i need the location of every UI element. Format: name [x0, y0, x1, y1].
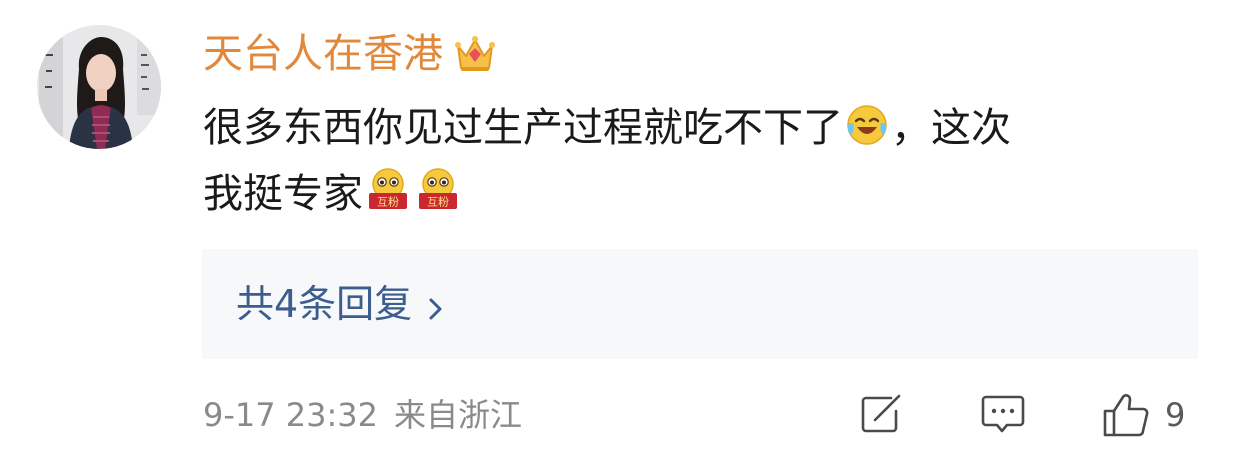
avatar-image [37, 25, 161, 149]
location: 来自浙江 [394, 396, 523, 434]
view-replies-link[interactable]: 共4条回复 [236, 282, 446, 326]
share-button[interactable] [858, 392, 904, 436]
comment-footer: 9-17 23:32 来自浙江 9 [203, 392, 1203, 440]
username[interactable]: 天台人在香港 [203, 30, 443, 78]
avatar[interactable] [37, 25, 161, 149]
comment-text: 很多东西你见过生产过程就吃不下了 ，这次 我挺专家 互粉 互粉 [203, 98, 1203, 230]
comment-line-1-text: 很多东西你见过生产过程就吃不下了 [203, 105, 843, 151]
share-icon [861, 394, 901, 433]
mutual-follow-emoji-icon: 互粉 [415, 167, 461, 230]
comment-line-2: 我挺专家 互粉 互粉 [203, 164, 1203, 230]
mutual-follow-emoji-icon: 互粉 [365, 167, 411, 230]
comment-line-2-text: 我挺专家 [203, 171, 363, 217]
chevron-right-icon [426, 289, 446, 320]
comment-meta: 9-17 23:32 来自浙江 [203, 395, 522, 435]
view-replies-label: 共4条回复 [236, 282, 413, 326]
comment-button[interactable] [979, 392, 1027, 436]
comment-line-1-suffix: ，这次 [891, 105, 1011, 151]
comment-line-1: 很多东西你见过生产过程就吃不下了 ，这次 [203, 98, 1203, 164]
replies-box: 共4条回复 [202, 249, 1198, 359]
comment-icon [981, 395, 1025, 433]
like-count: 9 [1165, 396, 1186, 434]
like-button[interactable]: 9 [1101, 392, 1185, 438]
thumbs-up-icon [1103, 394, 1149, 437]
emoji-2-label: 互粉 [377, 196, 399, 209]
crown-icon [453, 32, 497, 76]
emoji-3-label: 互粉 [427, 196, 449, 209]
laughing-crying-emoji-icon [845, 103, 889, 164]
username-row: 天台人在香港 [203, 30, 497, 78]
timestamp: 9-17 23:32 [203, 396, 379, 434]
